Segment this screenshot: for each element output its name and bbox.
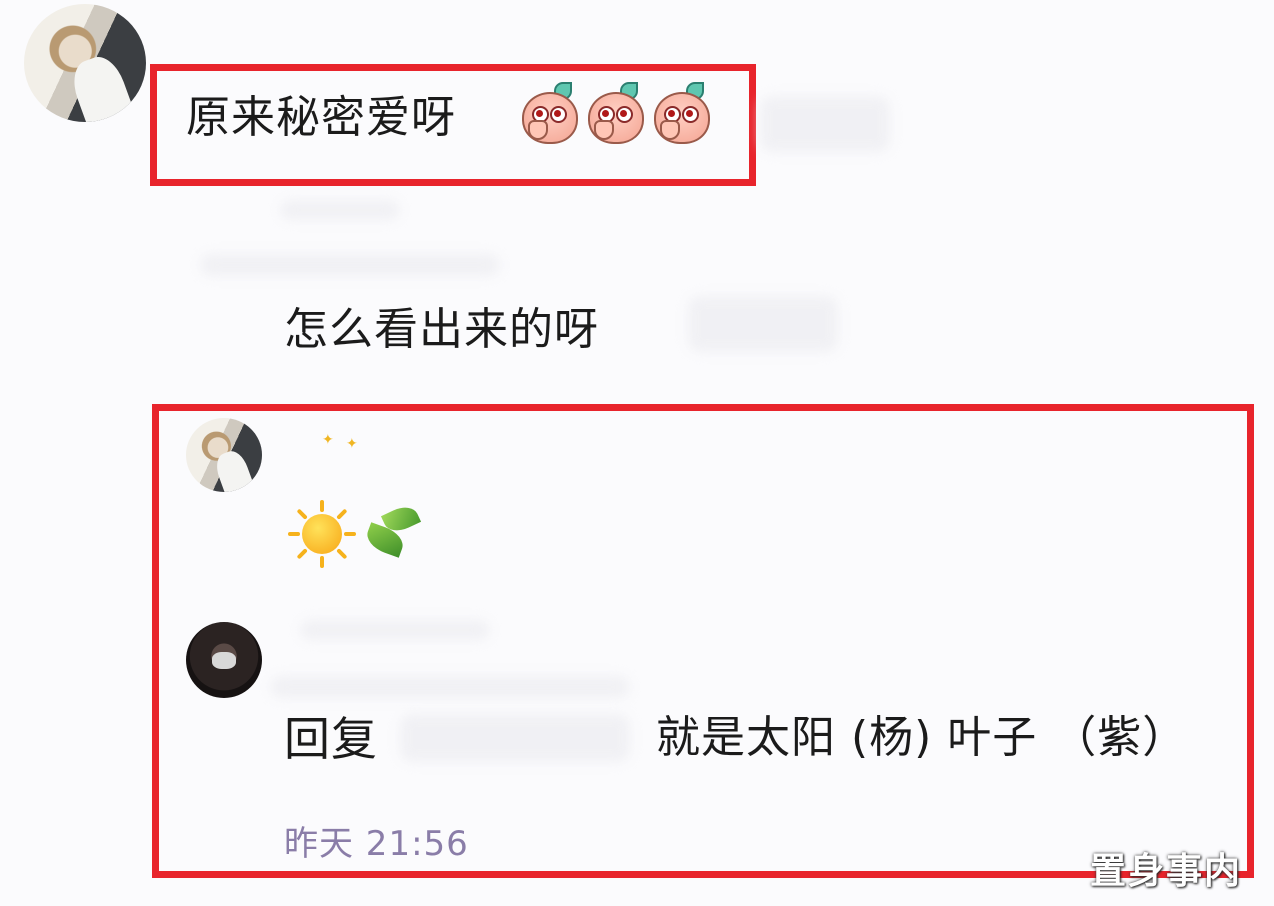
leaf-icon xyxy=(362,501,426,566)
emoji-row-1 xyxy=(510,82,710,144)
obscured-mention xyxy=(400,714,630,762)
watermark: 置身事内 xyxy=(1090,851,1243,892)
obscured-username xyxy=(270,676,630,698)
obscured-area xyxy=(760,96,890,152)
comment-text-1: 原来秘密爱呀 xyxy=(186,92,456,143)
obscured-username xyxy=(280,200,400,220)
obscured-area xyxy=(688,296,838,352)
highlight-box-2 xyxy=(152,404,1254,878)
obscured-username xyxy=(200,254,500,276)
reply-avatar-2[interactable] xyxy=(186,622,262,698)
peach-covering-mouth-emoji xyxy=(520,82,578,144)
obscured-username xyxy=(300,620,490,640)
comment-text-2: 怎么看出来的呀 xyxy=(284,304,599,355)
peach-covering-mouth-emoji xyxy=(652,82,710,144)
commenter-avatar[interactable] xyxy=(24,4,146,122)
reply-prefix[interactable]: 回复 xyxy=(284,716,378,762)
sun-icon xyxy=(286,498,358,570)
reply-avatar-1[interactable] xyxy=(186,418,262,492)
comment-timestamp: 昨天 21:56 xyxy=(284,824,469,864)
sparkle-icon: ✦ xyxy=(346,436,358,452)
reply-text: 就是太阳 (杨) 叶子 （紫） xyxy=(656,712,1188,763)
peach-covering-mouth-emoji xyxy=(586,82,644,144)
sparkle-icon: ✦ xyxy=(322,432,334,448)
